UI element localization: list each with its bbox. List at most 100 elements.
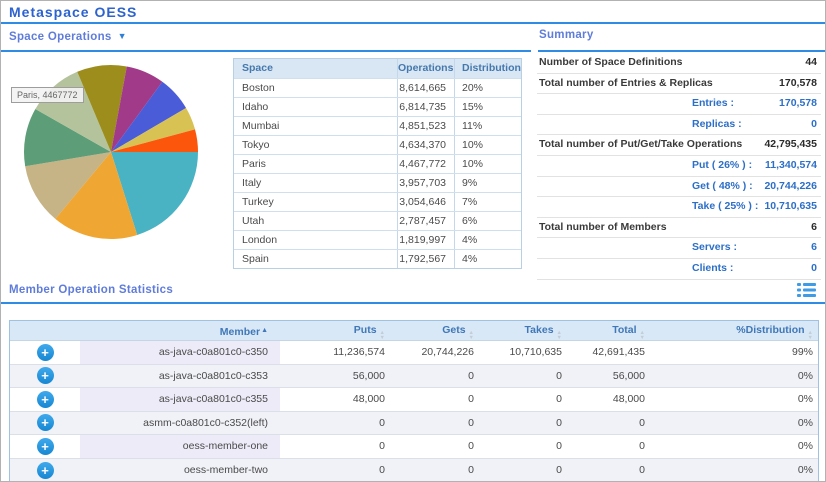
summary-label: Servers : <box>692 241 737 253</box>
distribution-cell: 11% <box>454 117 521 135</box>
space-table-row[interactable]: Paris4,467,77210% <box>234 154 521 173</box>
distribution-col-header[interactable]: Distribution <box>454 59 521 78</box>
total-cell: 0 <box>574 459 657 482</box>
expand-cell: + <box>10 435 80 458</box>
space-table-row[interactable]: London1,819,9974% <box>234 230 521 249</box>
operations-cell: 1,819,997 <box>397 231 454 249</box>
takes-col-header[interactable]: Takes▲▼ <box>486 321 574 340</box>
space-table-row[interactable]: Mumbai4,851,52311% <box>234 116 521 135</box>
summary-title: Summary <box>539 29 594 41</box>
distribution-cell: 20% <box>454 79 521 97</box>
member-table-body: +as-java-c0a801c0-c35011,236,57420,744,2… <box>10 341 818 482</box>
distribution-cell: 10% <box>454 136 521 154</box>
distribution-cell: 0% <box>657 365 818 388</box>
distribution-col-header[interactable]: %Distribution▲▼ <box>657 321 818 340</box>
list-view-icon[interactable] <box>797 282 817 298</box>
operations-col-header[interactable]: Operations <box>397 59 454 78</box>
summary-row: Replicas :0 <box>537 115 821 136</box>
space-table-row[interactable]: Italy3,957,7039% <box>234 173 521 192</box>
expand-row-button[interactable]: + <box>37 367 54 384</box>
gets-col-header[interactable]: Gets▲▼ <box>397 321 486 340</box>
sort-icon: ▲▼ <box>557 331 562 340</box>
space-table-row[interactable]: Boston8,614,66520% <box>234 78 521 97</box>
distribution-cell: 0% <box>657 412 818 435</box>
distribution-cell: 4% <box>454 231 521 249</box>
space-table-row[interactable]: Utah2,787,4576% <box>234 211 521 230</box>
summary-value: 10,710,635 <box>764 200 817 212</box>
gets-cell: 0 <box>397 435 486 458</box>
member-cell: oess-member-one <box>80 435 280 458</box>
metaspace-dashboard: Metaspace OESS Space Operations▼ Paris, … <box>0 0 826 482</box>
space-table-header: Space Operations Distribution <box>234 59 521 78</box>
distribution-cell: 4% <box>454 250 521 268</box>
summary-label: Replicas : <box>692 118 742 130</box>
space-table-row[interactable]: Tokyo4,634,37010% <box>234 135 521 154</box>
takes-cell: 0 <box>486 459 574 482</box>
space-cell: Utah <box>234 212 397 230</box>
summary-row: Entries :170,578 <box>537 94 821 115</box>
member-table-row: +as-java-c0a801c0-c35548,0000048,0000% <box>10 388 818 412</box>
space-operations-divider <box>1 50 531 52</box>
takes-cell: 0 <box>486 435 574 458</box>
sort-ascending-icon: ▲ <box>261 327 268 334</box>
member-table-row: +as-java-c0a801c0-c35356,0000056,0000% <box>10 365 818 389</box>
summary-value: 0 <box>811 262 817 274</box>
space-table-body: Boston8,614,66520%Idaho6,814,73515%Mumba… <box>234 78 521 268</box>
summary-row: Total number of Put/Get/Take Operations4… <box>537 135 821 156</box>
sort-icon: ▲▼ <box>380 331 385 340</box>
total-cell: 56,000 <box>574 365 657 388</box>
operations-cell: 6,814,735 <box>397 98 454 116</box>
space-col-header[interactable]: Space <box>234 59 397 78</box>
summary-label: Number of Space Definitions <box>539 56 683 68</box>
puts-cell: 48,000 <box>280 388 397 411</box>
expand-col-header <box>10 321 80 340</box>
gets-cell: 0 <box>397 365 486 388</box>
summary-value: 170,578 <box>779 77 817 89</box>
member-table-row: +asmm-c0a801c0-c352(left)00000% <box>10 412 818 436</box>
member-cell: as-java-c0a801c0-c353 <box>80 365 280 388</box>
member-cell: asmm-c0a801c0-c352(left) <box>80 412 280 435</box>
operations-cell: 4,467,772 <box>397 155 454 173</box>
expand-cell: + <box>10 412 80 435</box>
distribution-cell: 6% <box>454 212 521 230</box>
distribution-cell: 0% <box>657 459 818 482</box>
summary-row: Take ( 25% ) :10,710,635 <box>537 197 821 218</box>
space-operations-header[interactable]: Space Operations ▼ <box>9 31 127 43</box>
gets-cell: 0 <box>397 412 486 435</box>
summary-row: Total number of Members6 <box>537 218 821 239</box>
space-cell: Mumbai <box>234 117 397 135</box>
puts-cell: 0 <box>280 435 397 458</box>
summary-label: Put ( 26% ) : <box>692 159 752 171</box>
member-table-row: +oess-member-two00000% <box>10 459 818 482</box>
summary-value: 44 <box>805 56 817 68</box>
expand-cell: + <box>10 365 80 388</box>
expand-row-button[interactable]: + <box>37 414 54 431</box>
chevron-down-icon[interactable]: ▼ <box>118 31 127 41</box>
summary-row: Total number of Entries & Replicas170,57… <box>537 74 821 95</box>
puts-cell: 56,000 <box>280 365 397 388</box>
member-col-header[interactable]: Member▲ <box>80 321 280 340</box>
summary-value: 42,795,435 <box>764 138 817 150</box>
expand-row-button[interactable]: + <box>37 462 54 479</box>
total-col-header[interactable]: Total▲▼ <box>574 321 657 340</box>
operations-cell: 4,634,370 <box>397 136 454 154</box>
space-table-row[interactable]: Turkey3,054,6467% <box>234 192 521 211</box>
expand-row-button[interactable]: + <box>37 438 54 455</box>
puts-cell: 0 <box>280 459 397 482</box>
total-cell: 0 <box>574 435 657 458</box>
summary-label: Get ( 48% ) : <box>692 180 753 192</box>
expand-row-button[interactable]: + <box>37 391 54 408</box>
space-table-row[interactable]: Spain1,792,5674% <box>234 249 521 268</box>
summary-value: 6 <box>811 241 817 253</box>
space-table-row[interactable]: Idaho6,814,73515% <box>234 97 521 116</box>
space-operations-title: Space Operations <box>9 31 112 43</box>
operations-cell: 2,787,457 <box>397 212 454 230</box>
expand-row-button[interactable]: + <box>37 344 54 361</box>
space-cell: Idaho <box>234 98 397 116</box>
member-cell: as-java-c0a801c0-c355 <box>80 388 280 411</box>
summary-row: Number of Space Definitions 44 <box>537 53 821 74</box>
member-cell: oess-member-two <box>80 459 280 482</box>
puts-col-header[interactable]: Puts▲▼ <box>280 321 397 340</box>
puts-cell: 11,236,574 <box>280 341 397 364</box>
sort-icon: ▲▼ <box>640 331 645 340</box>
